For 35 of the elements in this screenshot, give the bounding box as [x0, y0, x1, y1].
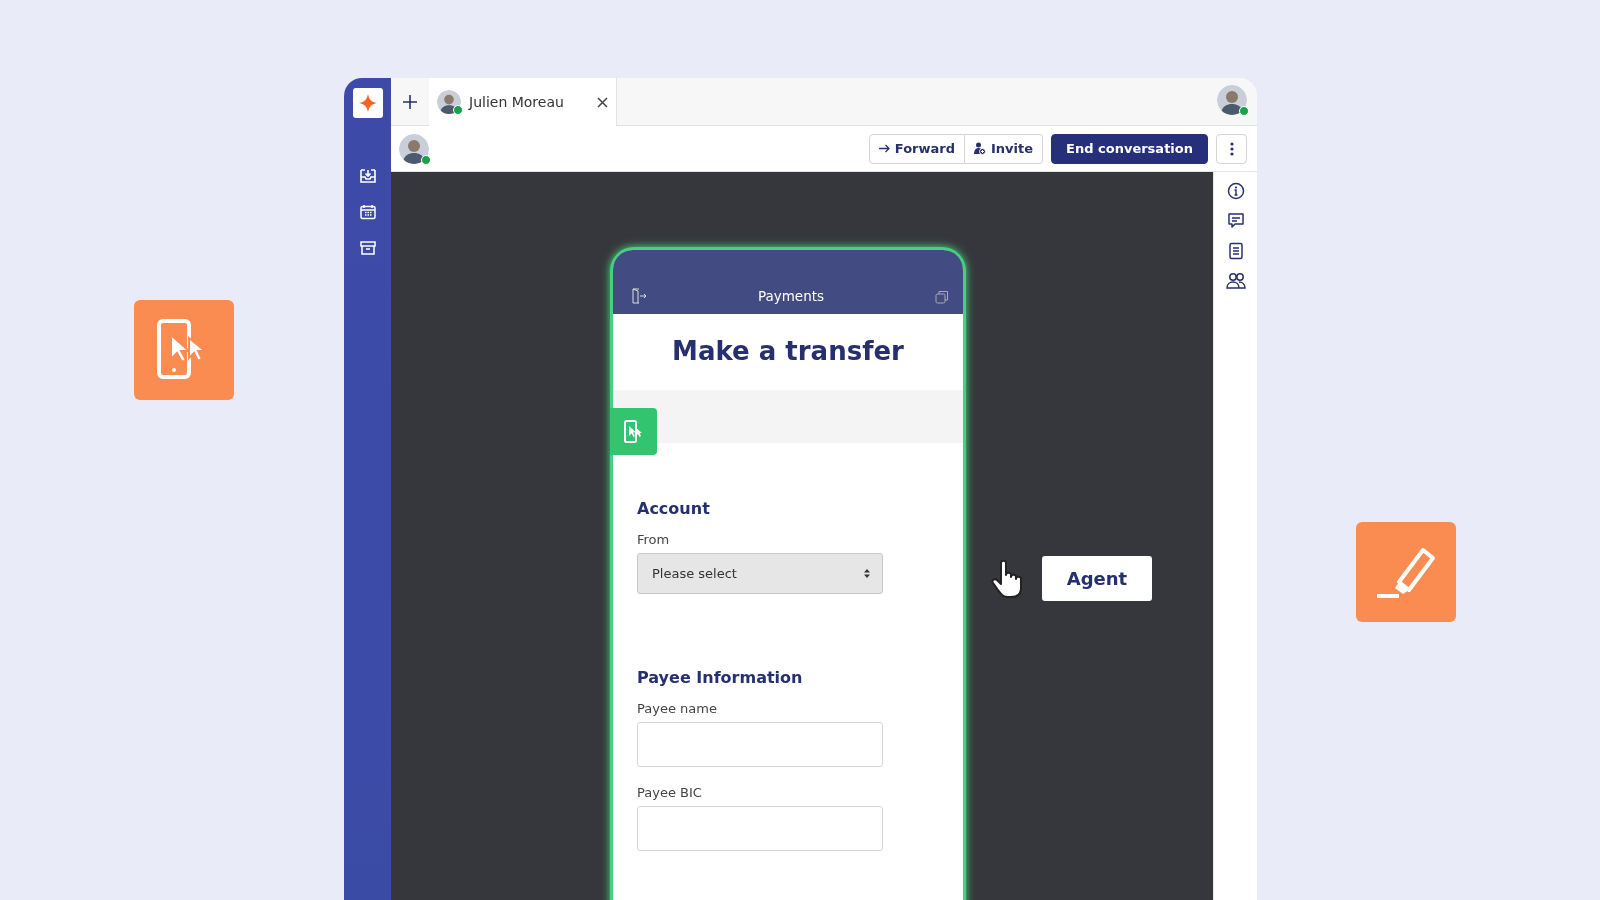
calendar-icon[interactable]	[359, 204, 376, 220]
inbox-icon[interactable]	[359, 168, 376, 184]
app-logo[interactable]	[352, 88, 383, 118]
user-avatar-icon	[1217, 84, 1247, 115]
chat-icon[interactable]	[1226, 212, 1245, 230]
exit-icon[interactable]	[631, 288, 647, 304]
field-label: From	[637, 532, 671, 547]
select-field[interactable]: Please select	[637, 553, 883, 594]
document-icon[interactable]	[1226, 242, 1245, 260]
input-field[interactable]	[637, 806, 883, 851]
field-label: Payee BIC	[637, 785, 703, 800]
end-conversation-button[interactable]: End conversation	[1051, 133, 1208, 164]
add-person-icon	[974, 142, 986, 155]
page-heading: Make a transfer	[671, 335, 905, 368]
tab-label: Julien Moreau	[469, 94, 565, 110]
close-icon[interactable]	[597, 96, 608, 108]
phone-title: Payments	[757, 288, 825, 304]
people-icon[interactable]	[1225, 272, 1246, 290]
plus-icon	[403, 94, 417, 109]
section-heading: Account	[637, 499, 711, 518]
conversation-tab[interactable]: Julien Moreau	[429, 78, 617, 126]
sort-arrows-icon	[864, 569, 870, 578]
arrow-right-icon	[878, 144, 890, 153]
invite-button[interactable]: Invite	[965, 133, 1044, 164]
section-heading: Payee Information	[637, 668, 804, 687]
agent-label: Agent	[1042, 556, 1152, 601]
more-icon	[1229, 141, 1234, 156]
contact-avatar-icon	[399, 133, 429, 164]
input-field[interactable]	[637, 722, 883, 767]
forward-button[interactable]: Forward	[868, 133, 965, 164]
field-label: Payee name	[637, 701, 718, 716]
copy-icon[interactable]	[935, 290, 949, 304]
archive-icon[interactable]	[359, 240, 376, 256]
sparkle-icon	[358, 94, 377, 112]
info-icon[interactable]	[1226, 182, 1245, 200]
